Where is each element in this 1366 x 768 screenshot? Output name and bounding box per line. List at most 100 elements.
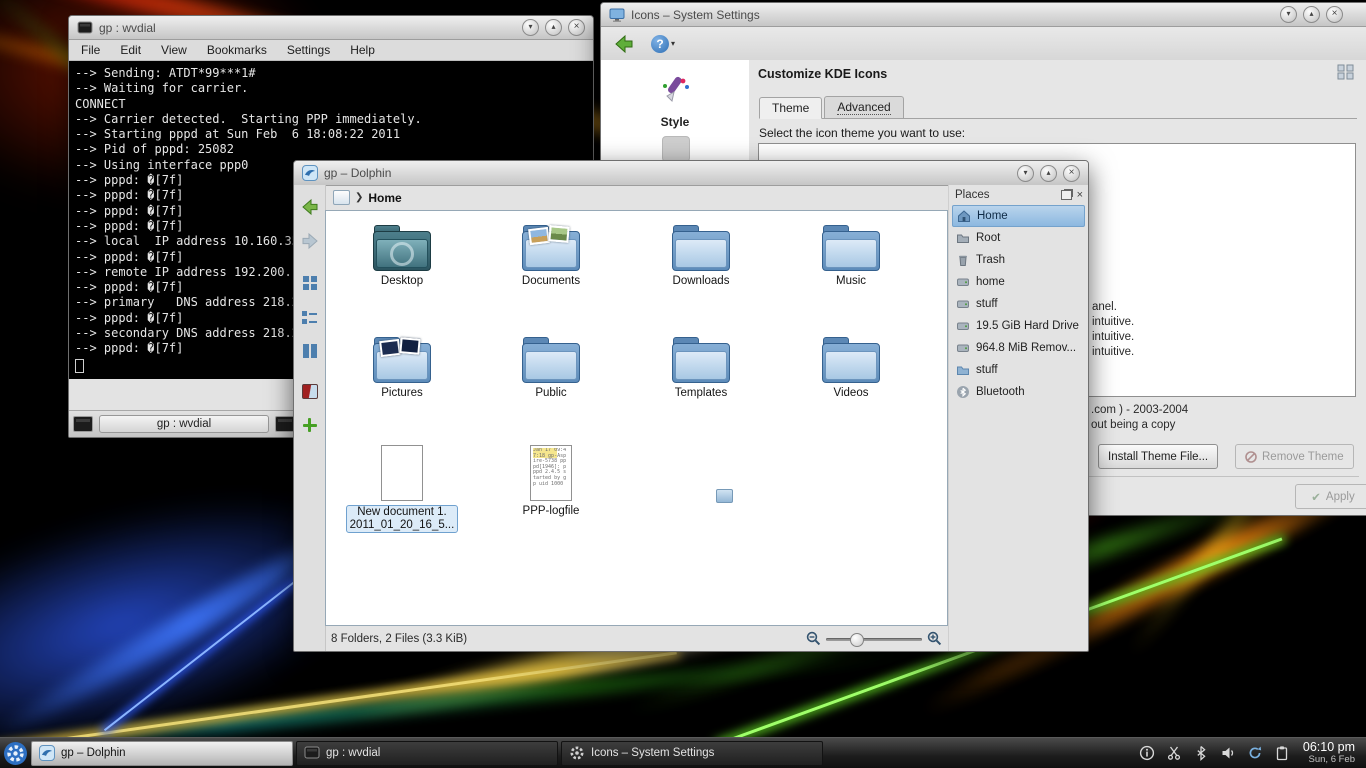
file-item-downloads[interactable]: Downloads xyxy=(641,221,761,288)
maximize-button[interactable] xyxy=(1040,165,1057,182)
places-item-root[interactable]: Root xyxy=(952,227,1085,249)
overview-grid-icon[interactable] xyxy=(1337,64,1355,80)
task-system-settings[interactable]: Icons – System Settings xyxy=(561,741,823,766)
session-tab[interactable]: gp : wvdial xyxy=(99,415,269,433)
places-item-home[interactable]: Home xyxy=(952,205,1085,227)
maximize-button[interactable] xyxy=(545,19,562,36)
minimize-button[interactable] xyxy=(1017,165,1034,182)
page-title: Customize KDE Icons xyxy=(758,67,887,81)
status-bar: 8 Folders, 2 Files (3.3 KiB) xyxy=(325,626,948,651)
close-button[interactable] xyxy=(568,19,585,36)
settings-toolbar: ? ▾ xyxy=(601,27,1366,61)
file-item-pictures[interactable]: Pictures xyxy=(342,333,462,400)
install-theme-button[interactable]: Install Theme File... xyxy=(1098,444,1218,469)
folder-desktop-icon xyxy=(373,225,431,271)
sidebar-item-style[interactable]: Style xyxy=(601,74,749,129)
file-item-documents[interactable]: Documents xyxy=(491,221,611,288)
device-notifier-icon[interactable] xyxy=(1139,745,1155,761)
zoom-out-icon[interactable] xyxy=(806,631,821,646)
places-item-trash[interactable]: Trash xyxy=(952,249,1085,271)
file-item-desktop[interactable]: Desktop xyxy=(342,221,462,288)
task-label: gp – Dolphin xyxy=(61,747,126,759)
apply-button[interactable]: ✔ Apply xyxy=(1295,484,1366,509)
file-item-templates[interactable]: Templates xyxy=(641,333,761,400)
file-item-videos[interactable]: Videos xyxy=(791,333,911,400)
slider-handle[interactable] xyxy=(850,633,864,647)
dolphin-icon xyxy=(302,165,318,181)
titlebar[interactable]: gp : wvdial xyxy=(69,16,593,40)
tab-theme[interactable]: Theme xyxy=(759,97,822,119)
monitor-icon xyxy=(609,7,625,23)
slider-track[interactable] xyxy=(826,638,922,641)
titlebar[interactable]: gp – Dolphin xyxy=(294,161,1088,186)
home-icon xyxy=(957,209,971,223)
style-brush-icon xyxy=(658,74,692,106)
back-button[interactable] xyxy=(611,32,637,56)
bluetooth-icon[interactable] xyxy=(1193,745,1209,761)
menu-view[interactable]: View xyxy=(161,43,187,57)
folder-icon xyxy=(672,337,730,383)
places-item-hard-drive[interactable]: 19.5 GiB Hard Drive xyxy=(952,315,1085,337)
menu-file[interactable]: File xyxy=(81,43,100,57)
places-item-stuff-2[interactable]: stuff xyxy=(952,359,1085,381)
menu-bookmarks[interactable]: Bookmarks xyxy=(207,43,267,57)
places-item-bluetooth[interactable]: Bluetooth xyxy=(952,381,1085,403)
titlebar[interactable]: Icons – System Settings xyxy=(601,3,1366,27)
details-view-button[interactable] xyxy=(298,305,322,329)
volume-icon[interactable] xyxy=(1220,745,1236,761)
zoom-in-icon[interactable] xyxy=(927,631,942,646)
back-button[interactable] xyxy=(298,195,322,219)
minimize-button[interactable] xyxy=(1280,6,1297,23)
session-list-icon[interactable] xyxy=(275,416,295,432)
menu-settings[interactable]: Settings xyxy=(287,43,330,57)
places-item-stuff[interactable]: stuff xyxy=(952,293,1085,315)
file-item-label: Pictures xyxy=(342,387,462,400)
file-preview-text: Jan 17 09:47:18 gp-Aspire-5738 pppd[1946… xyxy=(533,448,569,498)
breadcrumb-home[interactable]: Home xyxy=(368,191,401,205)
detach-icon[interactable] xyxy=(1061,190,1072,200)
split-view-button[interactable] xyxy=(298,379,322,403)
columns-view-button[interactable] xyxy=(298,339,322,363)
file-item-ppp-logfile[interactable]: Jan 17 09:47:18 gp-Aspire-5738 pppd[1946… xyxy=(491,439,611,518)
maximize-button[interactable] xyxy=(1303,6,1320,23)
sync-icon[interactable] xyxy=(1247,745,1263,761)
split-view-icon xyxy=(302,384,318,399)
close-button[interactable] xyxy=(1063,165,1080,182)
places-item-home-dir[interactable]: home xyxy=(952,271,1085,293)
menu-edit[interactable]: Edit xyxy=(120,43,141,57)
task-wvdial[interactable]: gp : wvdial xyxy=(296,741,558,766)
zoom-slider[interactable] xyxy=(826,632,922,646)
tab-advanced[interactable]: Advanced xyxy=(824,96,903,118)
add-button[interactable] xyxy=(298,413,322,437)
file-item-label: Documents xyxy=(491,275,611,288)
terminal-line: --> Starting pppd at Sun Feb 6 18:08:22 … xyxy=(75,127,587,142)
close-button[interactable] xyxy=(1326,6,1343,23)
places-panel: Places × Home Root Trash home xyxy=(948,185,1088,651)
menu-help[interactable]: Help xyxy=(350,43,375,57)
minimize-button[interactable] xyxy=(522,19,539,36)
klipper-scissors-icon[interactable] xyxy=(1166,745,1182,761)
kickoff-icon[interactable] xyxy=(3,741,28,766)
file-item-new-document[interactable]: New document 1. 2011_01_20_16_5... xyxy=(342,439,462,533)
terminal-line: --> Sending: ATDT*99***1# xyxy=(75,66,587,81)
forward-button[interactable] xyxy=(298,229,322,253)
close-icon[interactable]: × xyxy=(1077,190,1083,200)
places-title: Places xyxy=(955,189,990,201)
file-item-public[interactable]: Public xyxy=(491,333,611,400)
places-item-removable[interactable]: 964.8 MiB Remov... xyxy=(952,337,1085,359)
icons-view-button[interactable] xyxy=(298,271,322,295)
help-icon: ? xyxy=(651,35,669,53)
new-session-icon[interactable] xyxy=(73,416,93,432)
dolphin-window: gp – Dolphin ❯ Home xyxy=(293,160,1089,652)
text-file-icon: Jan 17 09:47:18 gp-Aspire-5738 pppd[1946… xyxy=(530,445,572,501)
file-item-music[interactable]: Music xyxy=(791,221,911,288)
places-selector-icon[interactable] xyxy=(333,190,350,205)
clipboard-icon[interactable] xyxy=(1274,745,1290,761)
help-button[interactable]: ? ▾ xyxy=(651,35,675,53)
breadcrumb: ❯ Home xyxy=(325,185,948,210)
remove-theme-button[interactable]: Remove Theme xyxy=(1235,444,1354,469)
task-dolphin[interactable]: gp – Dolphin xyxy=(31,741,293,766)
theme-list-text: anel. xyxy=(1092,301,1117,313)
folder-view[interactable]: Desktop Documents Downloads Music Pictur… xyxy=(325,210,948,626)
clock[interactable]: 06:10 pm Sun, 6 Feb xyxy=(1303,741,1355,765)
